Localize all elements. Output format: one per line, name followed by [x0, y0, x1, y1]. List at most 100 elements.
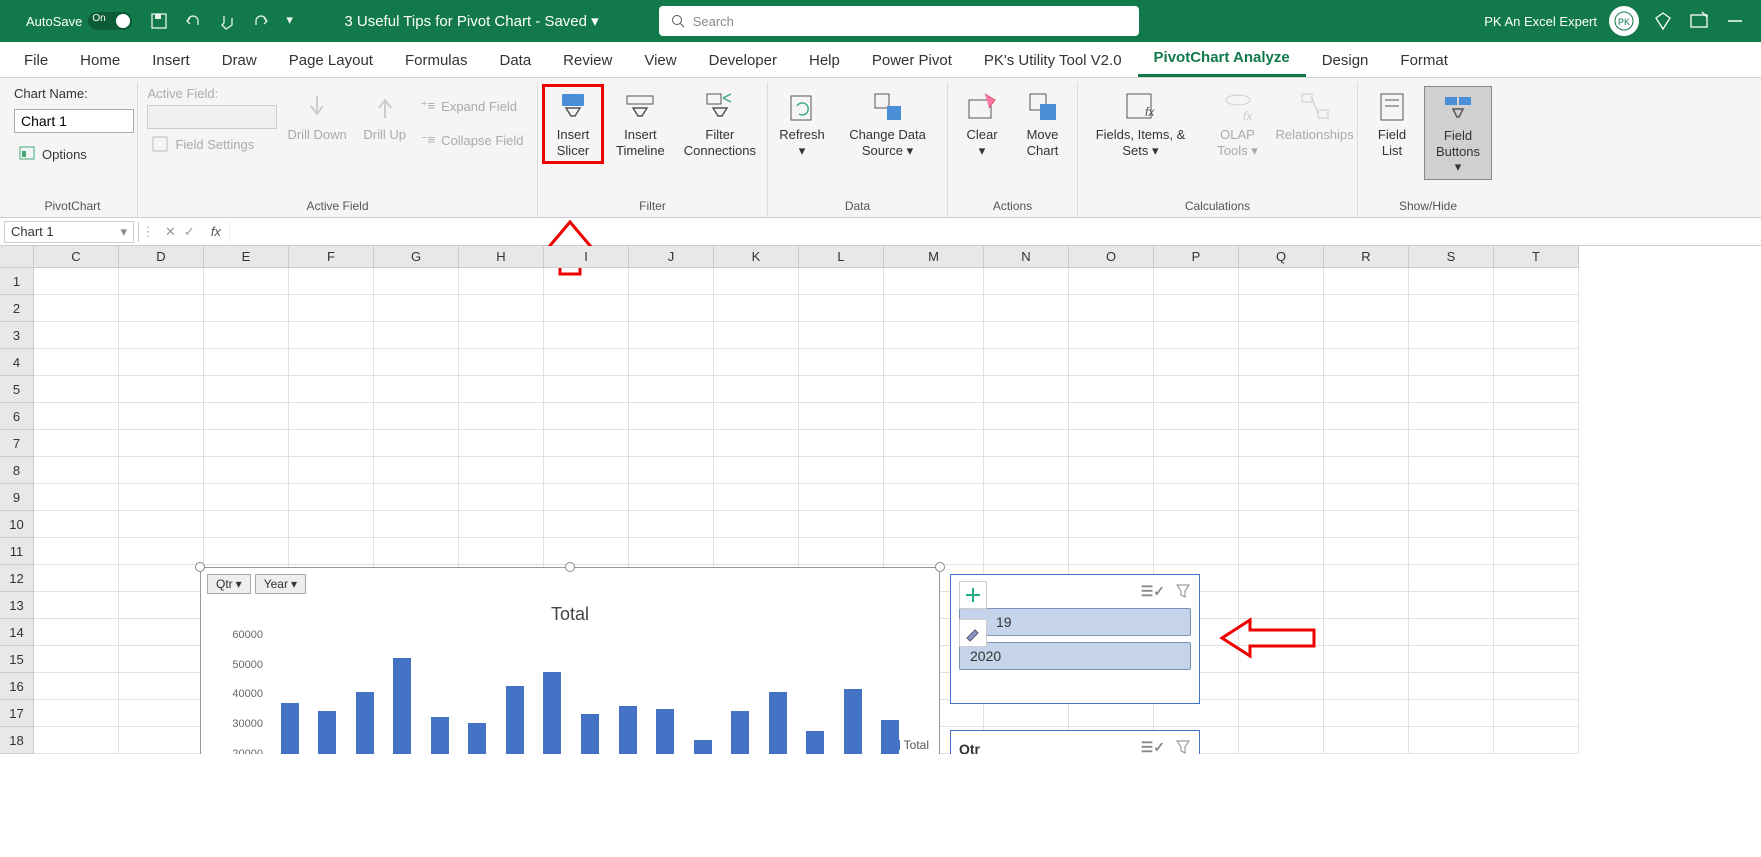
cell[interactable] [1324, 295, 1409, 322]
tab-file[interactable]: File [8, 44, 64, 77]
row-header[interactable]: 2 [0, 295, 34, 322]
cell[interactable] [119, 673, 204, 700]
cell[interactable] [1409, 349, 1494, 376]
cell[interactable] [119, 538, 204, 565]
cell[interactable] [799, 268, 884, 295]
cell[interactable] [289, 484, 374, 511]
cell[interactable] [119, 484, 204, 511]
cell[interactable] [1324, 403, 1409, 430]
column-header[interactable]: O [1069, 246, 1154, 268]
cell[interactable] [884, 511, 984, 538]
tab-help[interactable]: Help [793, 44, 856, 77]
multiselect-icon[interactable]: ☰✓ [1141, 739, 1165, 754]
cell[interactable] [1239, 376, 1324, 403]
cell[interactable] [289, 322, 374, 349]
cell[interactable] [1494, 268, 1579, 295]
cell[interactable] [1239, 457, 1324, 484]
cell[interactable] [374, 349, 459, 376]
cell[interactable] [1239, 538, 1324, 565]
cell[interactable] [629, 430, 714, 457]
cell[interactable] [374, 484, 459, 511]
chart-legend[interactable]: Total [890, 738, 929, 752]
cell[interactable] [984, 376, 1069, 403]
column-header[interactable]: J [629, 246, 714, 268]
cell[interactable] [544, 322, 629, 349]
cell[interactable] [1069, 484, 1154, 511]
cell[interactable] [459, 430, 544, 457]
cell[interactable] [714, 538, 799, 565]
cell[interactable] [714, 268, 799, 295]
cell[interactable] [204, 322, 289, 349]
cell[interactable] [119, 376, 204, 403]
cell[interactable] [204, 403, 289, 430]
cell[interactable] [1409, 268, 1494, 295]
cell[interactable] [1409, 673, 1494, 700]
slicer-item-2019[interactable]: 19 [959, 608, 1191, 636]
cell[interactable] [714, 349, 799, 376]
insert-timeline-button[interactable]: Insert Timeline [606, 86, 675, 162]
insert-slicer-button[interactable]: Insert Slicer [544, 86, 602, 162]
cell[interactable] [459, 403, 544, 430]
cell[interactable] [289, 295, 374, 322]
cell[interactable] [544, 511, 629, 538]
cell[interactable] [1069, 322, 1154, 349]
cell[interactable] [544, 403, 629, 430]
cell[interactable] [119, 295, 204, 322]
chart-filter-qtr[interactable]: Qtr ▾ [207, 574, 251, 594]
cell[interactable] [289, 349, 374, 376]
select-all-corner[interactable] [0, 246, 34, 268]
cell[interactable] [714, 511, 799, 538]
touch-mode-icon[interactable] [218, 12, 236, 30]
tab-format[interactable]: Format [1384, 44, 1464, 77]
cell[interactable] [374, 430, 459, 457]
ribbon-display-icon[interactable] [1687, 9, 1711, 33]
cell[interactable] [34, 457, 119, 484]
cell[interactable] [544, 457, 629, 484]
cell[interactable] [1154, 457, 1239, 484]
fields-items-sets-button[interactable]: fx Fields, Items, & Sets ▾ [1084, 86, 1197, 162]
cell[interactable] [984, 322, 1069, 349]
column-header[interactable]: D [119, 246, 204, 268]
cell[interactable] [34, 700, 119, 727]
cell[interactable] [1494, 430, 1579, 457]
filter-connections-button[interactable]: Filter Connections [679, 86, 761, 162]
cell[interactable] [1154, 484, 1239, 511]
cell[interactable] [1239, 349, 1324, 376]
cell[interactable] [629, 349, 714, 376]
tab-view[interactable]: View [628, 44, 692, 77]
cell[interactable] [1154, 511, 1239, 538]
cell[interactable] [119, 430, 204, 457]
cell[interactable] [629, 376, 714, 403]
slicer-qtr[interactable]: Qtr ☰✓ Q1Q2Q3Q4 [950, 730, 1200, 754]
cell[interactable] [119, 403, 204, 430]
row-header[interactable]: 18 [0, 727, 34, 754]
chart-bar[interactable] [844, 689, 862, 754]
cell[interactable] [1324, 430, 1409, 457]
tab-insert[interactable]: Insert [136, 44, 206, 77]
cell[interactable] [374, 376, 459, 403]
save-icon[interactable] [150, 12, 168, 30]
tab-review[interactable]: Review [547, 44, 628, 77]
cell[interactable] [984, 511, 1069, 538]
cell[interactable] [884, 403, 984, 430]
cell[interactable] [459, 538, 544, 565]
chart-bar[interactable] [731, 711, 749, 754]
cell[interactable] [374, 511, 459, 538]
cell[interactable] [1409, 511, 1494, 538]
cell[interactable] [984, 484, 1069, 511]
cell[interactable] [799, 511, 884, 538]
cell[interactable] [1494, 484, 1579, 511]
cell[interactable] [119, 646, 204, 673]
cell[interactable] [714, 430, 799, 457]
cell[interactable] [1154, 376, 1239, 403]
cell[interactable] [1239, 727, 1324, 754]
chart-filter-year[interactable]: Year ▾ [255, 574, 306, 594]
column-header[interactable]: T [1494, 246, 1579, 268]
chart-name-input[interactable] [14, 109, 134, 133]
tab-power-pivot[interactable]: Power Pivot [856, 44, 968, 77]
cell[interactable] [544, 538, 629, 565]
cell[interactable] [1069, 349, 1154, 376]
cell[interactable] [374, 322, 459, 349]
redo-icon[interactable] [252, 12, 270, 30]
cell[interactable] [799, 484, 884, 511]
